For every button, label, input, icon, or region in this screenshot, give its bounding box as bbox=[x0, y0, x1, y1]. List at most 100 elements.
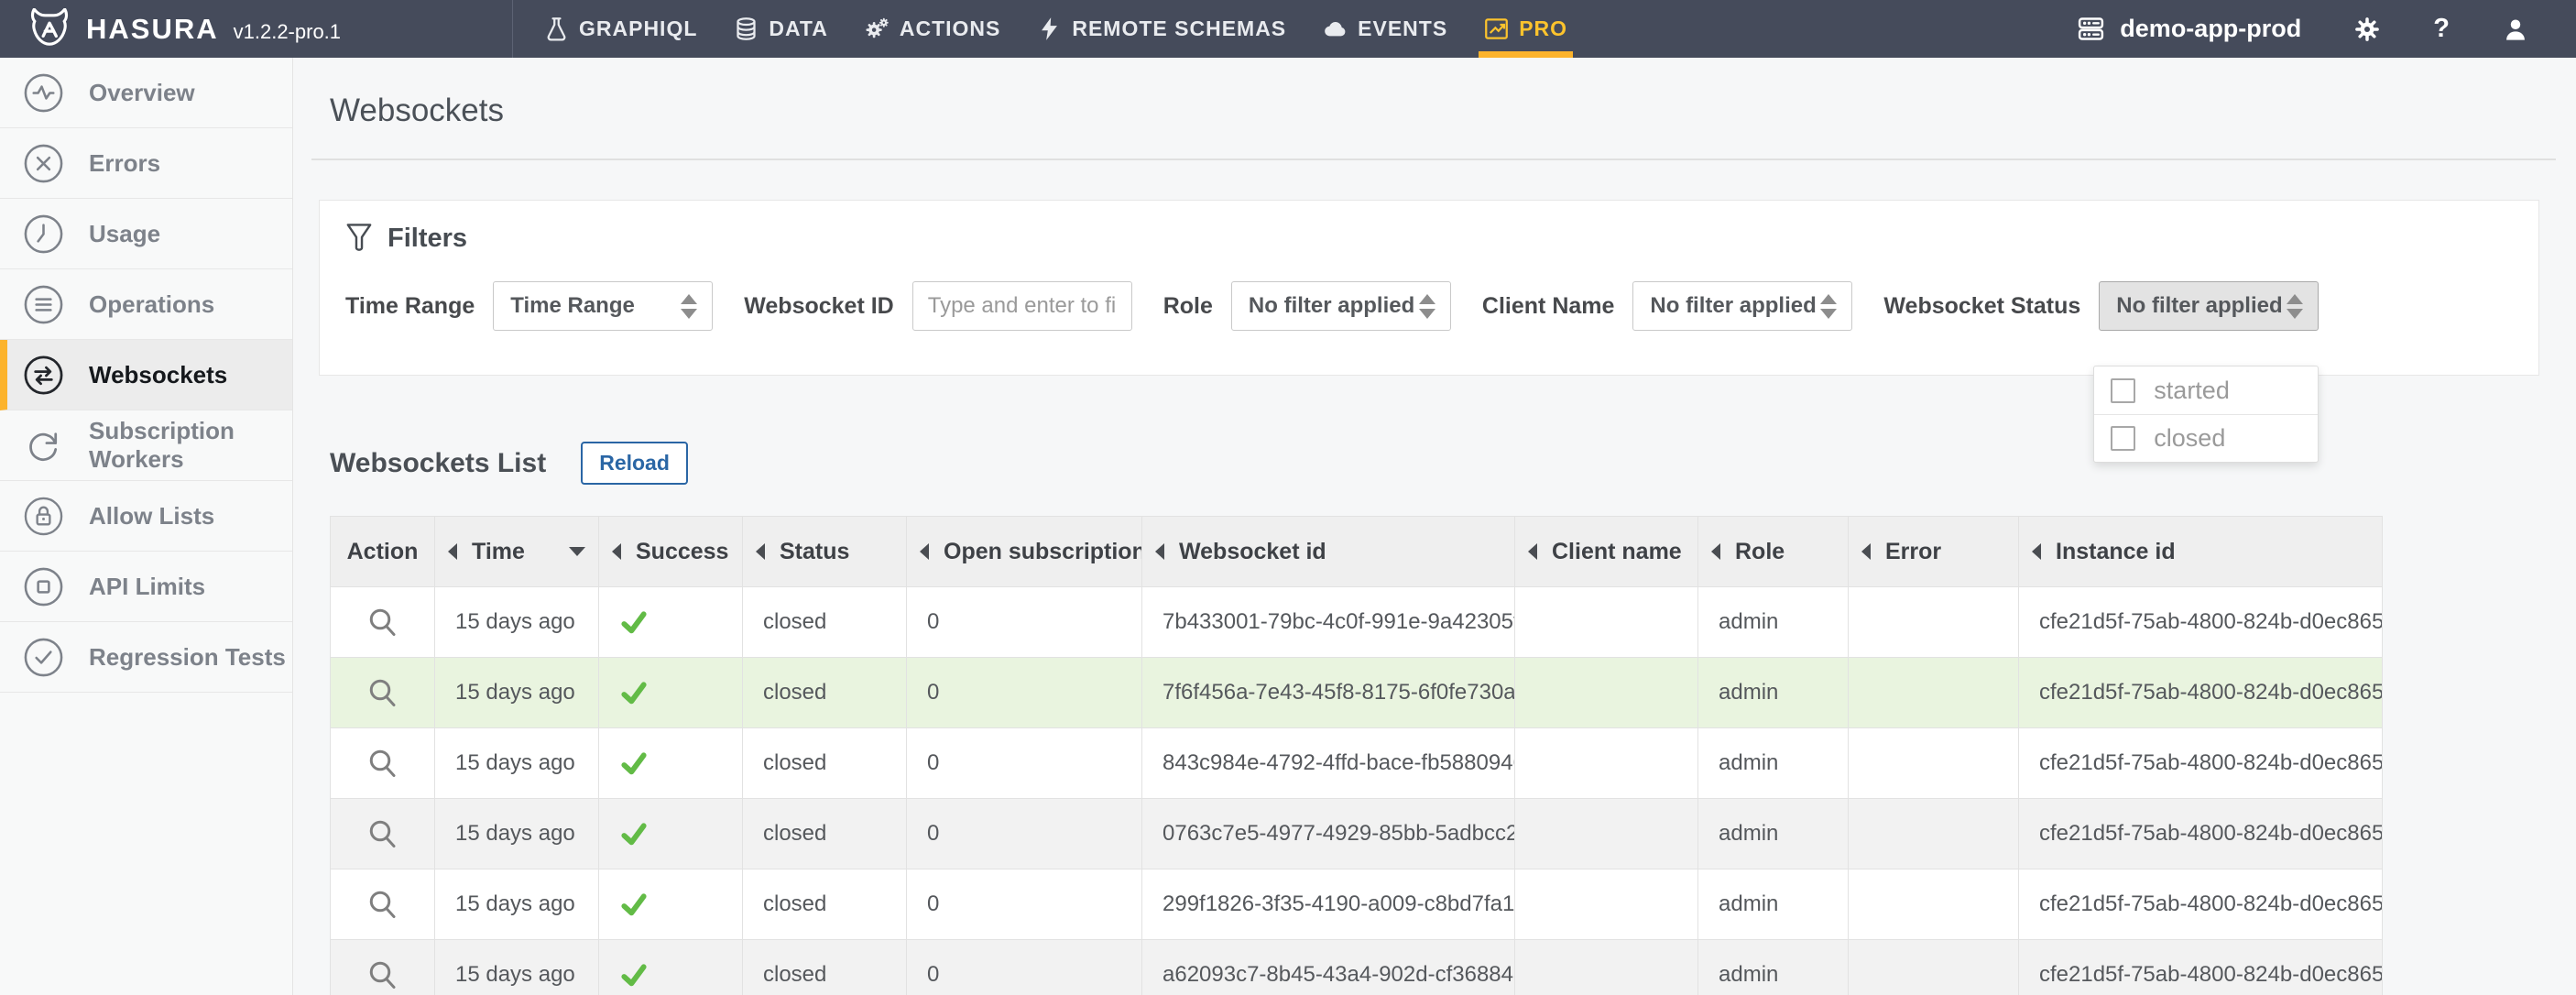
sidebar-item-label: Allow Lists bbox=[89, 502, 214, 530]
project-name: demo-app-prod bbox=[2120, 15, 2301, 43]
cell-success bbox=[599, 869, 743, 940]
sidebar-item-allow-lists[interactable]: Allow Lists bbox=[0, 481, 292, 552]
reload-button[interactable]: Reload bbox=[581, 442, 688, 485]
settings-button[interactable] bbox=[2354, 16, 2380, 42]
cell-websocket-id: 7b433001-79bc-4c0f-991e-9a42305f9e61 bbox=[1142, 587, 1515, 658]
websocket-id-input[interactable] bbox=[912, 281, 1132, 331]
checkbox-started[interactable] bbox=[2111, 378, 2135, 403]
column-header-client-name[interactable]: Client name bbox=[1515, 517, 1698, 587]
cell-action bbox=[331, 587, 435, 658]
expand-column-icon[interactable] bbox=[1528, 543, 1537, 560]
column-header-websocket-id[interactable]: Websocket id bbox=[1142, 517, 1515, 587]
cell-time: 15 days ago bbox=[435, 869, 599, 940]
column-header-error[interactable]: Error bbox=[1849, 517, 2019, 587]
sidebar-item-overview[interactable]: Overview bbox=[0, 58, 292, 128]
cell-success bbox=[599, 587, 743, 658]
help-button[interactable]: ? bbox=[2433, 14, 2450, 44]
lock-circle-icon bbox=[22, 495, 65, 538]
cell-client-name bbox=[1515, 728, 1698, 799]
role-select[interactable]: No filter applied bbox=[1231, 281, 1451, 331]
nav-item-data[interactable]: DATA bbox=[715, 0, 846, 58]
cell-instance-id: cfe21d5f-75ab-4800-824b-d0ec865c0b89 bbox=[2019, 940, 2383, 995]
table-row: 15 days ago closed 0 843c984e-4792-4ffd-… bbox=[331, 728, 2383, 799]
sidebar-item-regression-tests[interactable]: Regression Tests bbox=[0, 622, 292, 693]
column-header-instance-id[interactable]: Instance id bbox=[2019, 517, 2383, 587]
cell-error bbox=[1849, 587, 2019, 658]
checkbox-closed[interactable] bbox=[2111, 426, 2135, 451]
nav-item-remote-schemas[interactable]: REMOTE SCHEMAS bbox=[1019, 0, 1304, 58]
sidebar-item-operations[interactable]: Operations bbox=[0, 269, 292, 340]
funnel-icon bbox=[345, 223, 373, 254]
filter-websocket-status: Websocket Status No filter applied start… bbox=[1883, 281, 2319, 331]
nav-item-graphiql[interactable]: GRAPHIQL bbox=[526, 0, 715, 58]
nav-right: demo-app-prod ? bbox=[2076, 0, 2576, 58]
column-header-role[interactable]: Role bbox=[1698, 517, 1849, 587]
expand-column-icon[interactable] bbox=[2032, 543, 2041, 560]
sidebar-item-subscription-workers[interactable]: Subscription Workers bbox=[0, 410, 292, 481]
expand-column-icon[interactable] bbox=[756, 543, 765, 560]
time-range-select[interactable]: Time Range bbox=[493, 281, 713, 331]
cell-time: 15 days ago bbox=[435, 587, 599, 658]
project-selector[interactable]: demo-app-prod bbox=[2076, 14, 2301, 44]
cell-role: admin bbox=[1698, 940, 1849, 995]
cell-role: admin bbox=[1698, 728, 1849, 799]
inspect-row-icon[interactable] bbox=[366, 817, 399, 850]
brand[interactable]: HASURA v1.2.2-pro.1 bbox=[0, 0, 513, 58]
select-value: No filter applied bbox=[2116, 293, 2282, 319]
inspect-row-icon[interactable] bbox=[366, 606, 399, 639]
inspect-row-icon[interactable] bbox=[366, 888, 399, 921]
sidebar-item-errors[interactable]: Errors bbox=[0, 128, 292, 199]
table-row: 15 days ago closed 0 0763c7e5-4977-4929-… bbox=[331, 799, 2383, 869]
column-header-status[interactable]: Status bbox=[743, 517, 907, 587]
filter-time-range: Time Range Time Range bbox=[345, 281, 713, 331]
cell-open-subscriptions: 0 bbox=[907, 728, 1142, 799]
cell-error bbox=[1849, 869, 2019, 940]
cell-client-name bbox=[1515, 587, 1698, 658]
dropdown-option-closed[interactable]: closed bbox=[2094, 414, 2318, 462]
table-header-row: Action Time Success Status Open subscrip… bbox=[331, 517, 2383, 587]
expand-column-icon[interactable] bbox=[1711, 543, 1720, 560]
cell-role: admin bbox=[1698, 799, 1849, 869]
expand-column-icon[interactable] bbox=[448, 543, 457, 560]
websocket-status-select[interactable]: No filter applied bbox=[2099, 281, 2319, 331]
nav-item-label: PRO bbox=[1519, 16, 1567, 41]
cell-error bbox=[1849, 658, 2019, 728]
cell-role: admin bbox=[1698, 587, 1849, 658]
pulse-icon bbox=[22, 71, 65, 115]
cell-action bbox=[331, 799, 435, 869]
cell-action bbox=[331, 728, 435, 799]
column-header-open-subscriptions[interactable]: Open subscriptions bbox=[907, 517, 1142, 587]
inspect-row-icon[interactable] bbox=[366, 676, 399, 709]
select-arrows-icon bbox=[1820, 294, 1837, 319]
inspect-row-icon[interactable] bbox=[366, 958, 399, 991]
nav-item-pro[interactable]: PRO bbox=[1466, 0, 1586, 58]
cell-success bbox=[599, 728, 743, 799]
sidebar-item-label: API Limits bbox=[89, 573, 205, 601]
nav-item-events[interactable]: EVENTS bbox=[1304, 0, 1466, 58]
server-icon bbox=[2076, 14, 2106, 44]
cell-client-name bbox=[1515, 940, 1698, 995]
inspect-row-icon[interactable] bbox=[366, 747, 399, 780]
cell-success bbox=[599, 940, 743, 995]
cell-action bbox=[331, 658, 435, 728]
account-button[interactable] bbox=[2503, 16, 2528, 42]
cell-instance-id: cfe21d5f-75ab-4800-824b-d0ec865c0b89 bbox=[2019, 869, 2383, 940]
client-name-select[interactable]: No filter applied bbox=[1632, 281, 1852, 331]
cell-action bbox=[331, 869, 435, 940]
nav-item-actions[interactable]: ACTIONS bbox=[846, 0, 1020, 58]
sidebar-item-websockets[interactable]: Websockets bbox=[0, 340, 292, 410]
sidebar-item-usage[interactable]: Usage bbox=[0, 199, 292, 269]
sidebar-item-label: Operations bbox=[89, 290, 214, 319]
expand-column-icon[interactable] bbox=[1861, 543, 1871, 560]
cell-status: closed bbox=[743, 658, 907, 728]
expand-column-icon[interactable] bbox=[1155, 543, 1164, 560]
expand-column-icon[interactable] bbox=[612, 543, 621, 560]
success-check-icon bbox=[619, 890, 649, 919]
column-header-time[interactable]: Time bbox=[435, 517, 599, 587]
sidebar-item-api-limits[interactable]: API Limits bbox=[0, 552, 292, 622]
dropdown-option-started[interactable]: started bbox=[2094, 366, 2318, 414]
column-header-success[interactable]: Success bbox=[599, 517, 743, 587]
table-row: 15 days ago closed 0 a62093c7-8b45-43a4-… bbox=[331, 940, 2383, 995]
sort-desc-icon[interactable] bbox=[569, 547, 585, 556]
expand-column-icon[interactable] bbox=[920, 543, 929, 560]
